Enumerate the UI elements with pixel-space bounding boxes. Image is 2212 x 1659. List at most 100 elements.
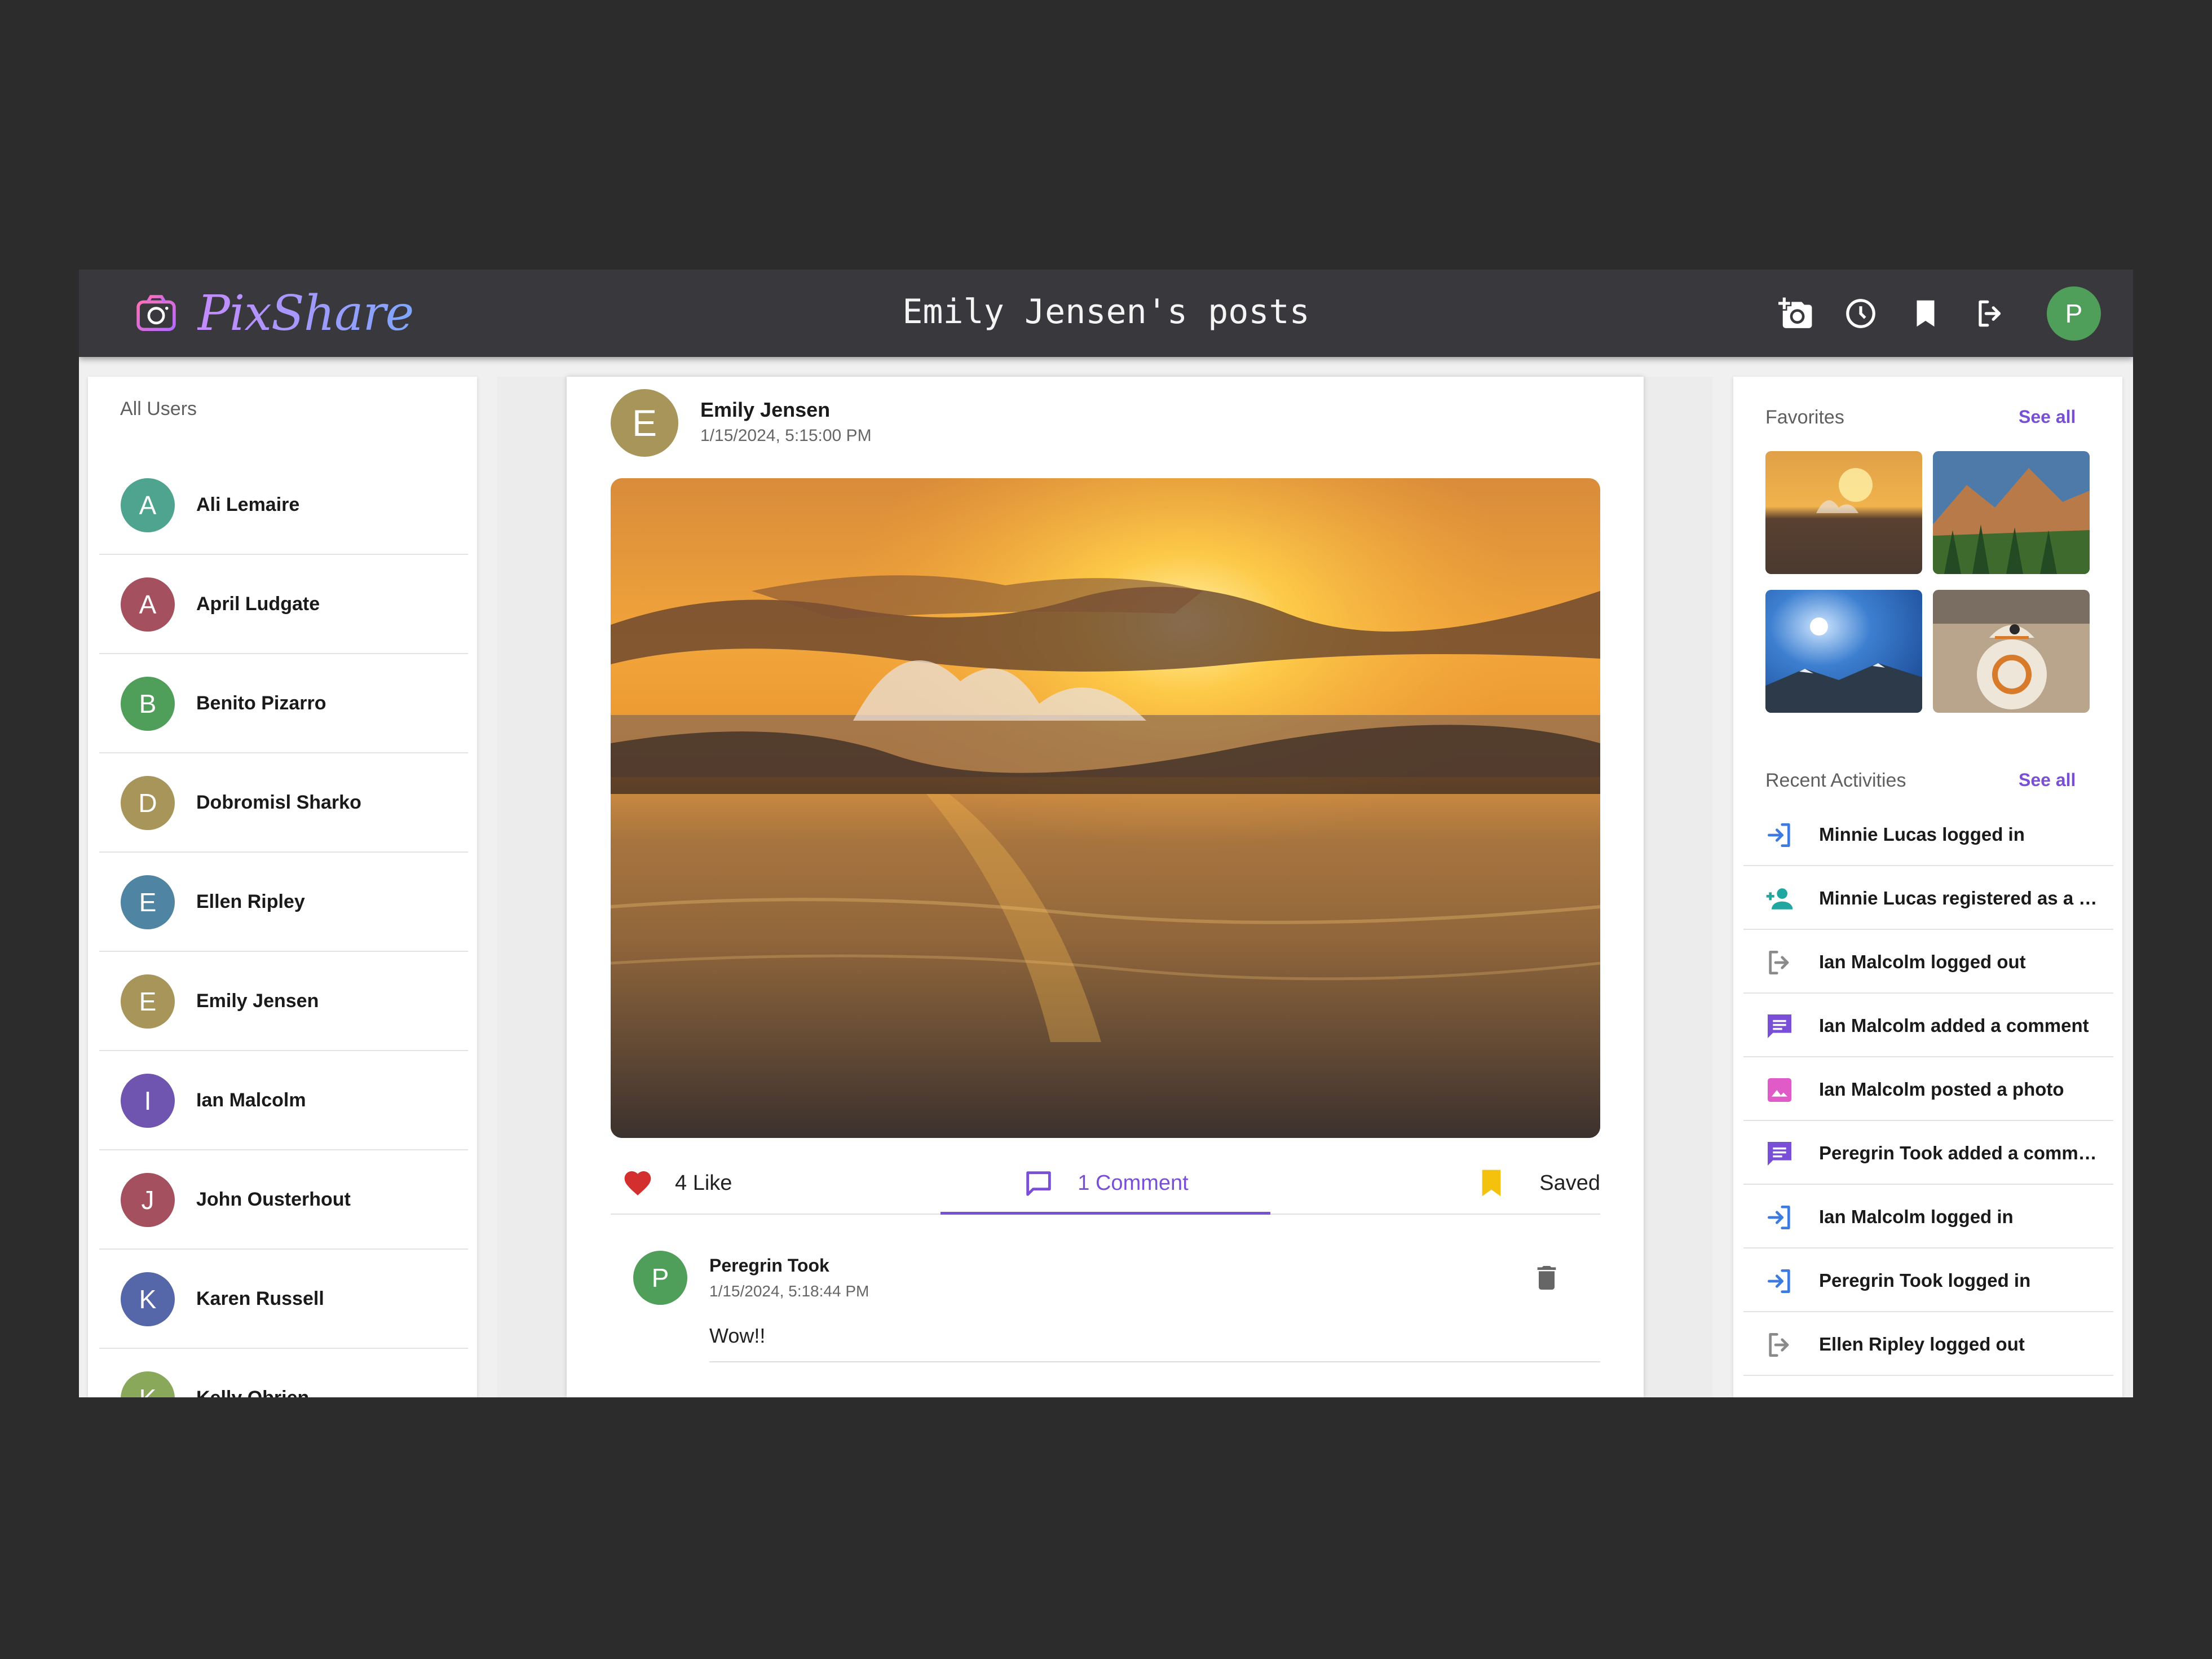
user-name: Kelly Obrien [196,1387,309,1397]
users-panel: All Users A Ali Lemaire A April Ludgate … [88,377,477,1397]
add-photo-icon [1778,297,1812,328]
activity-text: Ian Malcolm logged out [1819,951,2026,972]
post-author-avatar[interactable]: E [611,389,678,457]
logout-icon [1769,951,1789,974]
favorite-thumbnail[interactable] [1765,451,1922,574]
favorites-see-all-link[interactable]: See all [2019,407,2076,427]
user-list-item[interactable]: A April Ludgate [99,555,468,654]
avatar: K [121,1371,175,1397]
comment-icon [1768,1014,1791,1038]
activity-text: Ellen Ripley logged out [1819,1334,2025,1354]
saved-label: Saved [1539,1171,1600,1195]
user-list-item[interactable]: I Ian Malcolm [99,1051,468,1150]
logout-icon [1979,300,2001,327]
logout-button[interactable] [1968,291,2013,336]
like-button[interactable]: 4 Like [622,1167,732,1199]
avatar: I [121,1074,175,1128]
activity-list: Minnie Lucas logged in Minnie Lucas regi… [1743,802,2113,1376]
bookmarks-button[interactable] [1903,291,1948,336]
delete-comment-button[interactable] [1531,1262,1562,1294]
activity-item[interactable]: Ian Malcolm logged in [1743,1185,2113,1248]
user-name: John Ousterhout [196,1189,351,1210]
login-icon [1768,1269,1790,1293]
avatar: E [121,974,175,1029]
right-panel: Favorites See all Recent Activities See … [1733,377,2122,1397]
avatar[interactable]: P [633,1251,687,1305]
user-name: Ali Lemaire [196,494,300,515]
beach-sunset-image [1765,451,1922,574]
current-user-avatar[interactable]: P [2047,286,2101,341]
user-list-item[interactable]: B Benito Pizarro [99,654,468,753]
user-list-item[interactable]: D Dobromisl Sharko [99,753,468,853]
activity-text: Ian Malcolm posted a photo [1819,1079,2064,1100]
activity-item[interactable]: Ian Malcolm posted a photo [1743,1057,2113,1121]
user-name: Dobromisl Sharko [196,792,361,813]
activity-text: Peregrin Took added a comment [1819,1142,2101,1163]
avatar: J [121,1173,175,1227]
post-card: E Emily Jensen 1/15/2024, 5:15:00 PM 4 L… [567,377,1644,1397]
divider [709,1361,1600,1362]
activity-text: Ian Malcolm logged in [1819,1206,2014,1227]
favorites-title: Favorites [1765,407,1844,428]
user-name: Ellen Ripley [196,891,305,912]
user-name: Emily Jensen [196,990,319,1012]
favorite-thumbnail[interactable] [1933,451,2090,574]
activity-item[interactable]: Peregrin Took added a comment [1743,1121,2113,1185]
user-list-item[interactable]: E Ellen Ripley [99,853,468,952]
user-list-item[interactable]: E Emily Jensen [99,952,468,1051]
login-icon [1768,823,1790,847]
activity-text: Minnie Lucas logged in [1819,824,2025,845]
trash-icon [1537,1266,1556,1290]
avatar: E [121,875,175,929]
activity-text: Ian Malcolm added a comment [1819,1015,2089,1036]
activity-item[interactable]: Minnie Lucas logged in [1743,802,2113,866]
person-add-icon [1766,888,1793,910]
user-list: A Ali Lemaire A April Ludgate B Benito P… [99,456,468,1397]
heart-icon [624,1171,651,1195]
user-list-item[interactable]: K Karen Russell [99,1250,468,1349]
favorite-thumbnail[interactable] [1933,590,2090,713]
post-author-name[interactable]: Emily Jensen [700,398,830,422]
activity-item[interactable]: Minnie Lucas registered as a new user [1743,866,2113,930]
comment-icon [1768,1142,1791,1166]
bookmark-icon [1482,1170,1501,1197]
app-window: PixShare Emily Jensen's posts P All User… [79,270,2133,1397]
activities-see-all-link[interactable]: See all [2019,770,2076,791]
login-icon [1768,1206,1790,1229]
post-timestamp: 1/15/2024, 5:15:00 PM [700,426,872,445]
sunny-mountain-sky-image [1765,590,1922,713]
add-photo-button[interactable] [1773,291,1818,336]
comment-tab[interactable]: 1 Comment [941,1155,1270,1215]
comment-icon [1026,1171,1052,1196]
comment-text: Wow!! [709,1324,766,1347]
user-name: Karen Russell [196,1288,324,1309]
avatar: A [121,478,175,532]
post-photo[interactable] [611,478,1600,1138]
user-list-item[interactable]: A Ali Lemaire [99,456,468,555]
favorite-thumbnail[interactable] [1765,590,1922,713]
user-list-item[interactable]: J John Ousterhout [99,1150,468,1250]
activity-text: Peregrin Took logged in [1819,1270,2031,1291]
like-count: 4 Like [675,1171,732,1195]
activity-item[interactable]: Peregrin Took logged in [1743,1248,2113,1312]
save-button[interactable]: Saved [1477,1167,1600,1199]
activities-title: Recent Activities [1765,770,1906,791]
comment-author[interactable]: Peregrin Took [709,1255,829,1276]
page-title: Emily Jensen's posts [902,292,1310,332]
bookmark-icon [1917,300,1935,327]
history-icon [1846,299,1875,328]
comment-item: P Peregrin Took 1/15/2024, 5:18:44 PM Wo… [611,1245,1600,1397]
user-name: Benito Pizarro [196,692,326,714]
avatar: B [121,677,175,731]
sunset-sea-photo [611,478,1600,1138]
activity-item[interactable]: Ian Malcolm added a comment [1743,994,2113,1057]
avatar: K [121,1272,175,1326]
activity-item[interactable]: Ellen Ripley logged out [1743,1312,2113,1376]
activity-text: Minnie Lucas registered as a new user [1819,888,2101,908]
activity-item[interactable]: Ian Malcolm logged out [1743,930,2113,994]
top-bar: PixShare Emily Jensen's posts P [79,270,2133,357]
user-name: April Ludgate [196,593,320,615]
user-list-item[interactable]: K Kelly Obrien [99,1349,468,1397]
users-heading: All Users [120,398,197,420]
history-button[interactable] [1838,291,1883,336]
